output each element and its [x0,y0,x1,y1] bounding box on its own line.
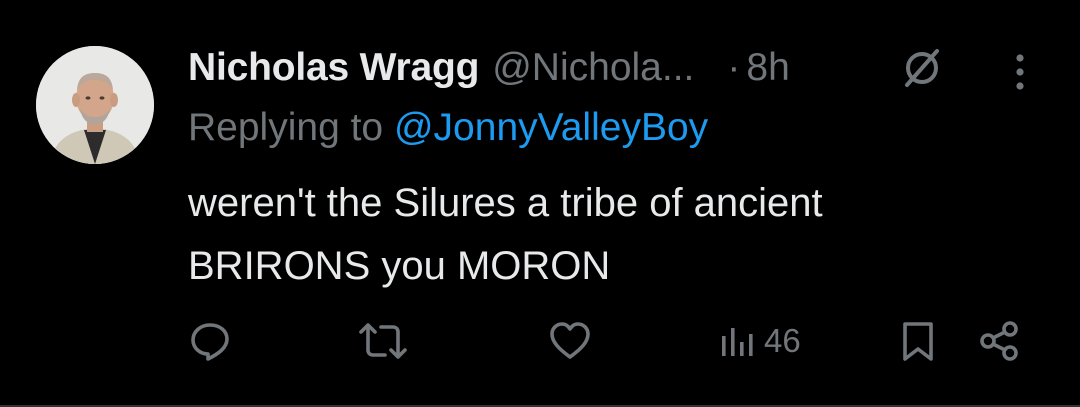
tweet-text: weren't the Silures a tribe of ancient B… [188,181,823,288]
share-icon [980,321,1018,361]
bookmark-icon [903,322,933,361]
views-icon [722,328,753,356]
cancel-icon[interactable] [898,44,946,92]
tweet[interactable]: Nicholas Wragg @Nichola... · 8h Replying… [0,0,1080,407]
like-button[interactable] [547,318,593,364]
reply-icon [191,323,229,361]
replying-to-label: Replying to [188,106,384,149]
share-button[interactable] [976,318,1022,364]
views-count: 46 [764,322,801,359]
reply-button[interactable] [187,318,233,364]
header-separator: · [727,46,741,89]
author-handle[interactable]: @Nichola... [492,46,694,90]
views-button[interactable]: 46 [718,318,801,364]
more-icon[interactable] [1000,48,1040,92]
tweet-header: Nicholas Wragg @Nichola... · 8h [188,38,790,98]
retweet-button[interactable] [355,318,411,364]
retweet-icon [359,323,407,359]
avatar[interactable] [36,46,154,164]
author-display-name[interactable]: Nicholas Wragg [188,46,479,90]
tweet-timestamp[interactable]: 8h [746,46,789,90]
bookmark-button[interactable] [895,318,941,364]
replying-to-mention[interactable]: @JonnyValleyBoy [394,106,708,149]
avatar-photo [36,46,154,164]
like-icon [550,322,590,359]
replying-to-line: Replying to @JonnyValleyBoy [188,106,708,150]
